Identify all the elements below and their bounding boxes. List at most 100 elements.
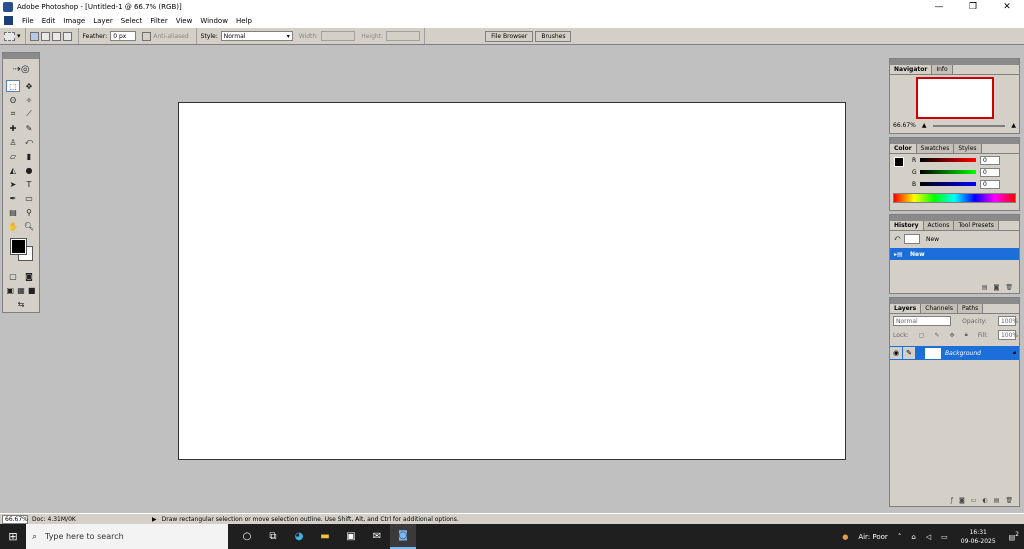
air-quality-icon[interactable]: ● [842, 533, 848, 541]
menu-layer[interactable]: Layer [89, 17, 117, 25]
history-state[interactable]: ▸▤ New [890, 248, 1019, 260]
task-view-icon[interactable]: ⧉ [260, 524, 286, 549]
move-tool-icon[interactable]: ✥ [22, 80, 36, 92]
menu-select[interactable]: Select [117, 17, 147, 25]
type-tool-icon[interactable]: T [22, 178, 36, 190]
tab-channels[interactable]: Channels [921, 304, 958, 313]
lock-transparency-icon[interactable]: ▢ [919, 332, 925, 339]
store-icon[interactable]: ▣ [338, 524, 364, 549]
cortana-icon[interactable]: ○ [234, 524, 260, 549]
antialiased-checkbox[interactable] [142, 31, 152, 41]
mail-icon[interactable]: ✉ [364, 524, 390, 549]
tab-history[interactable]: History [890, 221, 924, 230]
notes-tool-icon[interactable]: ▤ [6, 206, 20, 218]
navigator-zoom[interactable]: 66.67% [893, 122, 916, 129]
minimize-button[interactable]: — [922, 0, 956, 14]
green-slider[interactable] [920, 170, 976, 174]
tab-layers[interactable]: Layers [890, 304, 922, 313]
green-value[interactable]: 0 [980, 167, 1000, 177]
status-zoom[interactable]: 66.67% [2, 514, 28, 524]
foreground-color-swatch[interactable] [10, 238, 27, 255]
blur-tool-icon[interactable]: ◭ [6, 164, 20, 176]
color-fg-swatch[interactable] [894, 157, 904, 167]
history-snapshot[interactable]: ⤺ New [890, 233, 1019, 245]
menu-view[interactable]: View [172, 17, 197, 25]
standard-mode-icon[interactable]: ▢ [6, 270, 20, 282]
jump-to-imageready-icon[interactable]: ⇆ [14, 298, 28, 310]
new-document-icon[interactable]: ▤ [982, 284, 988, 291]
delete-state-icon[interactable]: 🗑︎ [1005, 284, 1013, 291]
new-set-icon[interactable]: ▭ [971, 497, 977, 504]
tab-actions[interactable]: Actions [923, 221, 955, 230]
red-slider[interactable] [920, 158, 976, 162]
style-select[interactable]: Normal ▾ [220, 31, 293, 41]
adobe-online-icon[interactable]: ⇢◎ [3, 59, 39, 79]
tray-chevron-icon[interactable]: ˄ [898, 533, 902, 541]
lock-position-icon[interactable]: ✥ [950, 332, 955, 339]
restore-button[interactable]: ❐ [956, 0, 990, 14]
zoom-slider[interactable] [932, 124, 1006, 127]
lock-all-icon[interactable]: 🔒︎ [965, 331, 968, 339]
magic-wand-tool-icon[interactable]: ✧ [22, 94, 36, 106]
clock[interactable]: 16:31 09-06-2025 [961, 528, 996, 546]
path-selection-icon[interactable]: ➤ [6, 178, 20, 190]
add-selection-icon[interactable] [40, 31, 50, 41]
gradient-tool-icon[interactable]: ▮ [22, 150, 36, 162]
clone-stamp-icon[interactable]: ♙ [6, 136, 20, 148]
adjustment-layer-icon[interactable]: ◐ [982, 497, 987, 504]
color-spectrum[interactable] [893, 193, 1016, 203]
tab-navigator[interactable]: Navigator [890, 65, 933, 74]
crop-tool-icon[interactable]: ⌗ [6, 108, 20, 120]
standard-screen-icon[interactable]: ▣ [5, 284, 16, 296]
brush-tool-icon[interactable]: ✎ [22, 122, 36, 134]
blue-value[interactable]: 0 [980, 179, 1000, 189]
tab-styles[interactable]: Styles [954, 144, 982, 153]
healing-brush-icon[interactable]: ✚ [6, 122, 20, 134]
tab-paths[interactable]: Paths [957, 304, 984, 313]
close-button[interactable]: ✕ [990, 0, 1024, 14]
document-canvas[interactable] [178, 102, 846, 460]
subtract-selection-icon[interactable] [51, 31, 61, 41]
battery-icon[interactable]: ▭ [941, 533, 948, 541]
tab-info[interactable]: Info [932, 65, 953, 74]
photoshop-taskbar-icon[interactable]: ◙ [390, 524, 416, 549]
menu-filter[interactable]: Filter [146, 17, 171, 25]
blue-slider[interactable] [920, 182, 976, 186]
menu-edit[interactable]: Edit [38, 17, 60, 25]
menu-help[interactable]: Help [232, 17, 256, 25]
zoom-in-icon[interactable]: ▲ [1011, 122, 1016, 129]
eyedropper-tool-icon[interactable]: ⚲ [22, 206, 36, 218]
blend-mode-select[interactable]: Normal [893, 316, 951, 326]
slice-tool-icon[interactable]: ⟋ [22, 108, 36, 120]
network-icon[interactable]: ⌂ [911, 533, 915, 541]
marquee-preset-icon[interactable] [4, 31, 15, 41]
pen-tool-icon[interactable]: ✒ [6, 192, 20, 204]
eraser-tool-icon[interactable]: ▱ [6, 150, 20, 162]
preset-dropdown-icon[interactable]: ▾ [17, 32, 21, 40]
shape-tool-icon[interactable]: ▭ [22, 192, 36, 204]
eye-icon[interactable]: ◉ [890, 347, 902, 359]
new-layer-icon[interactable]: ▤ [994, 497, 1000, 504]
new-selection-icon[interactable] [29, 31, 39, 41]
windows-start-icon[interactable]: ⊞ [0, 524, 26, 549]
dodge-tool-icon[interactable]: ● [22, 164, 36, 176]
fill-input[interactable]: 100% [997, 330, 1018, 340]
lasso-tool-icon[interactable]: ʘ [6, 94, 20, 106]
menu-file[interactable]: File [18, 17, 38, 25]
quick-mask-icon[interactable]: ◙ [22, 270, 36, 282]
document-icon[interactable] [4, 16, 13, 25]
tab-brushes[interactable]: Brushes [535, 30, 572, 42]
zoom-tool-icon[interactable]: 🔍︎ [22, 220, 36, 232]
layer-style-icon[interactable]: ƒ [951, 497, 953, 504]
layer-mask-icon[interactable]: ◙ [959, 497, 965, 504]
tab-swatches[interactable]: Swatches [916, 144, 955, 153]
new-snapshot-icon[interactable]: ◙ [994, 284, 1000, 291]
lock-pixels-icon[interactable]: ✎ [934, 332, 939, 339]
tab-tool-presets[interactable]: Tool Presets [954, 221, 999, 230]
menu-image[interactable]: Image [59, 17, 89, 25]
menu-window[interactable]: Window [196, 17, 232, 25]
tab-file-browser[interactable]: File Browser [485, 30, 534, 42]
feather-input[interactable]: 0 px [110, 31, 137, 41]
brush-link-icon[interactable]: ✎ [903, 347, 915, 359]
delete-layer-icon[interactable]: 🗑︎ [1005, 497, 1013, 504]
